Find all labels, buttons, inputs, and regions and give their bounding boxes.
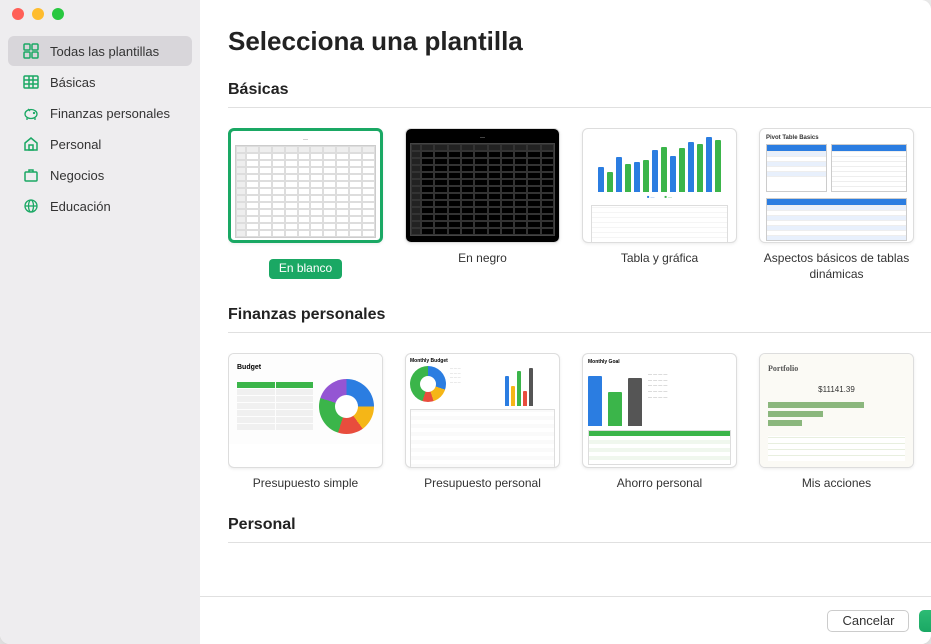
section-personal: Personal (228, 516, 931, 543)
template-label: En blanco (269, 259, 342, 279)
create-button[interactable]: Crear (919, 610, 931, 632)
section-header: Personal (228, 516, 931, 543)
titlebar (0, 0, 200, 28)
template-label: Mis acciones (759, 476, 914, 492)
template-personal-savings[interactable]: Monthly Goal — — — —— — — —— — — —— — — … (582, 353, 737, 492)
template-label: Aspectos básicos de tablas dinámicas (759, 251, 914, 282)
template-chooser-window: Todas las plantillas Básicas Finanzas pe… (0, 0, 931, 644)
piggybank-icon (22, 104, 40, 122)
globe-icon (22, 197, 40, 215)
cancel-button[interactable]: Cancelar (827, 610, 909, 632)
sidebar-item-label: Todas las plantillas (50, 44, 159, 59)
page-title: Selecciona una plantilla (228, 26, 931, 57)
section-header: Finanzas personales (228, 306, 931, 333)
template-thumb: Monthly Goal — — — —— — — —— — — —— — — … (582, 353, 737, 468)
close-icon[interactable] (12, 8, 24, 20)
template-grid: — (228, 128, 931, 282)
template-label: En negro (405, 251, 560, 267)
section-header: Básicas (228, 81, 931, 108)
minimize-icon[interactable] (32, 8, 44, 20)
template-thumb: —— (582, 128, 737, 243)
main-panel: Selecciona una plantilla Básicas — (200, 0, 931, 644)
section-personal-finance: Finanzas personales Budget (228, 306, 931, 492)
template-my-stocks[interactable]: Portfolio $11141.39 (759, 353, 914, 492)
maximize-icon[interactable] (52, 8, 64, 20)
template-pivot-basics[interactable]: Pivot Table Basics (759, 128, 914, 282)
template-thumb: Budget (228, 353, 383, 468)
template-thumb: Pivot Table Basics (759, 128, 914, 243)
spreadsheet-icon (22, 73, 40, 91)
house-icon (22, 135, 40, 153)
sidebar-item-business[interactable]: Negocios (8, 160, 192, 190)
sidebar-item-personal-finance[interactable]: Finanzas personales (8, 98, 192, 128)
content-scroll[interactable]: Selecciona una plantilla Básicas — (200, 0, 931, 596)
section-basics: Básicas — (228, 81, 931, 282)
template-grid: Budget (228, 353, 931, 492)
sidebar-item-label: Finanzas personales (50, 106, 170, 121)
sidebar-item-label: Educación (50, 199, 111, 214)
sidebar-item-basics[interactable]: Básicas (8, 67, 192, 97)
sidebar-item-label: Personal (50, 137, 101, 152)
briefcase-icon (22, 166, 40, 184)
template-label: Presupuesto simple (228, 476, 383, 492)
template-label: Tabla y gráfica (582, 251, 737, 267)
sidebar: Todas las plantillas Básicas Finanzas pe… (0, 0, 200, 644)
grid-all-icon (22, 42, 40, 60)
sidebar-item-personal[interactable]: Personal (8, 129, 192, 159)
footer: Cancelar Crear (200, 596, 931, 644)
template-black[interactable]: — (405, 128, 560, 282)
template-chart-table[interactable]: —— Tabla y gráfica (582, 128, 737, 282)
sidebar-item-label: Negocios (50, 168, 104, 183)
template-thumb: — (405, 128, 560, 243)
template-personal-budget[interactable]: Monthly Budget — — —— — —— — —— — — (405, 353, 560, 492)
template-thumb: — (228, 128, 383, 243)
sidebar-item-label: Básicas (50, 75, 96, 90)
template-label: Presupuesto personal (405, 476, 560, 492)
sidebar-item-education[interactable]: Educación (8, 191, 192, 221)
template-simple-budget[interactable]: Budget (228, 353, 383, 492)
template-thumb: Monthly Budget — — —— — —— — —— — — (405, 353, 560, 468)
sidebar-item-all-templates[interactable]: Todas las plantillas (8, 36, 192, 66)
template-blank[interactable]: — (228, 128, 383, 282)
template-label: Ahorro personal (582, 476, 737, 492)
template-thumb: Portfolio $11141.39 (759, 353, 914, 468)
